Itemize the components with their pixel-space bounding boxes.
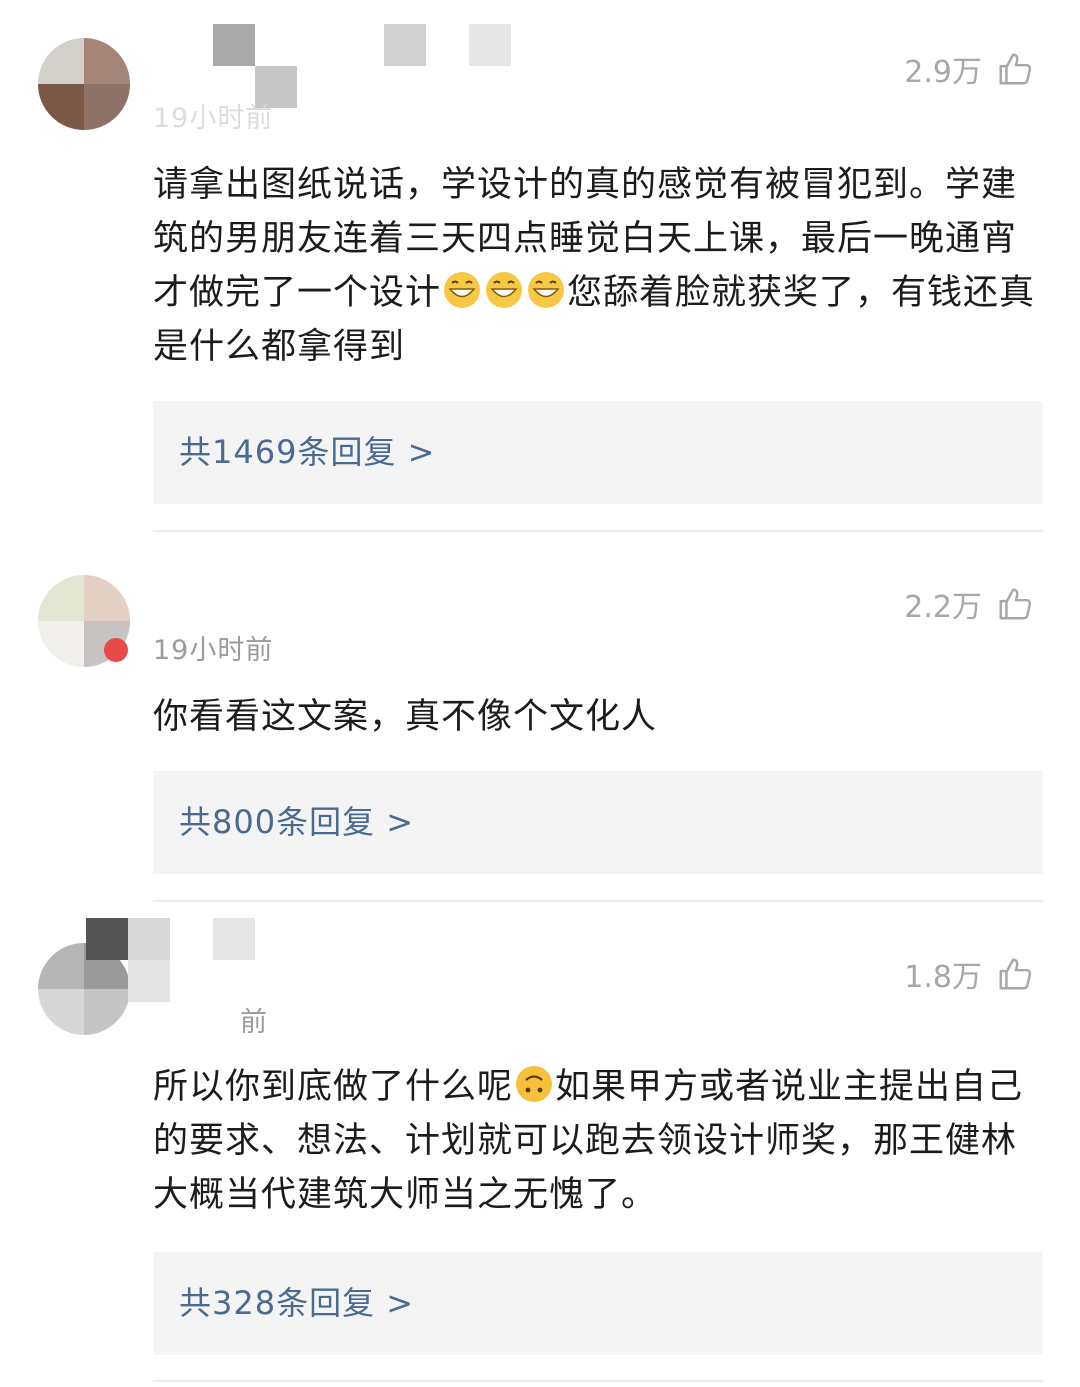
comment-time: 19小时前 — [153, 635, 274, 666]
view-replies-button[interactable]: 共800条回复 > — [153, 771, 1043, 874]
view-replies-button[interactable]: 共1469条回复 > — [153, 401, 1043, 504]
reply-count-link[interactable]: 共1469条回复 > — [179, 401, 435, 504]
comment-time: 19小时前 — [153, 103, 274, 134]
view-replies-button[interactable]: 共328条回复 > — [153, 1252, 1043, 1355]
like-button[interactable]: 1.8万 — [904, 952, 1034, 996]
thumbs-up-icon — [999, 958, 1032, 990]
upside-down-face-emoji — [516, 1066, 553, 1102]
comment-time: 前 — [240, 1007, 268, 1038]
grinning-face-emoji — [486, 272, 523, 308]
grinning-face-emoji — [444, 272, 481, 308]
divider — [153, 900, 1043, 902]
comment-text: 你看看这文案，真不像个文化人 — [153, 697, 658, 737]
like-button[interactable]: 2.2万 — [904, 582, 1034, 626]
avatar[interactable] — [38, 38, 130, 130]
thumbs-up-icon — [999, 53, 1032, 85]
divider — [153, 1380, 1043, 1382]
like-count: 2.2万 — [904, 590, 982, 625]
grinning-face-emoji — [528, 272, 565, 308]
like-button[interactable]: 2.9万 — [904, 47, 1034, 91]
thumbs-up-icon — [999, 588, 1032, 620]
avatar-mosaic — [38, 38, 84, 84]
vip-badge-icon — [104, 638, 128, 662]
username-mosaic — [86, 918, 128, 960]
username-mosaic — [213, 24, 255, 66]
divider — [153, 530, 1043, 532]
like-count: 2.9万 — [904, 55, 982, 90]
comment-text: 请拿出图纸说话，学设计的真的感觉有被冒犯到。学建筑的男朋友连着三天四点睡觉白天上… — [153, 165, 1036, 367]
reply-count-link[interactable]: 共328条回复 > — [179, 1252, 414, 1355]
comment-text: 所以你到底做了什么呢 如果甲方或者说业主提出自己的要求、想法、计划就可以跑去领设计… — [153, 1060, 1048, 1222]
like-count: 1.8万 — [904, 960, 982, 995]
reply-count-link[interactable]: 共800条回复 > — [179, 771, 414, 874]
